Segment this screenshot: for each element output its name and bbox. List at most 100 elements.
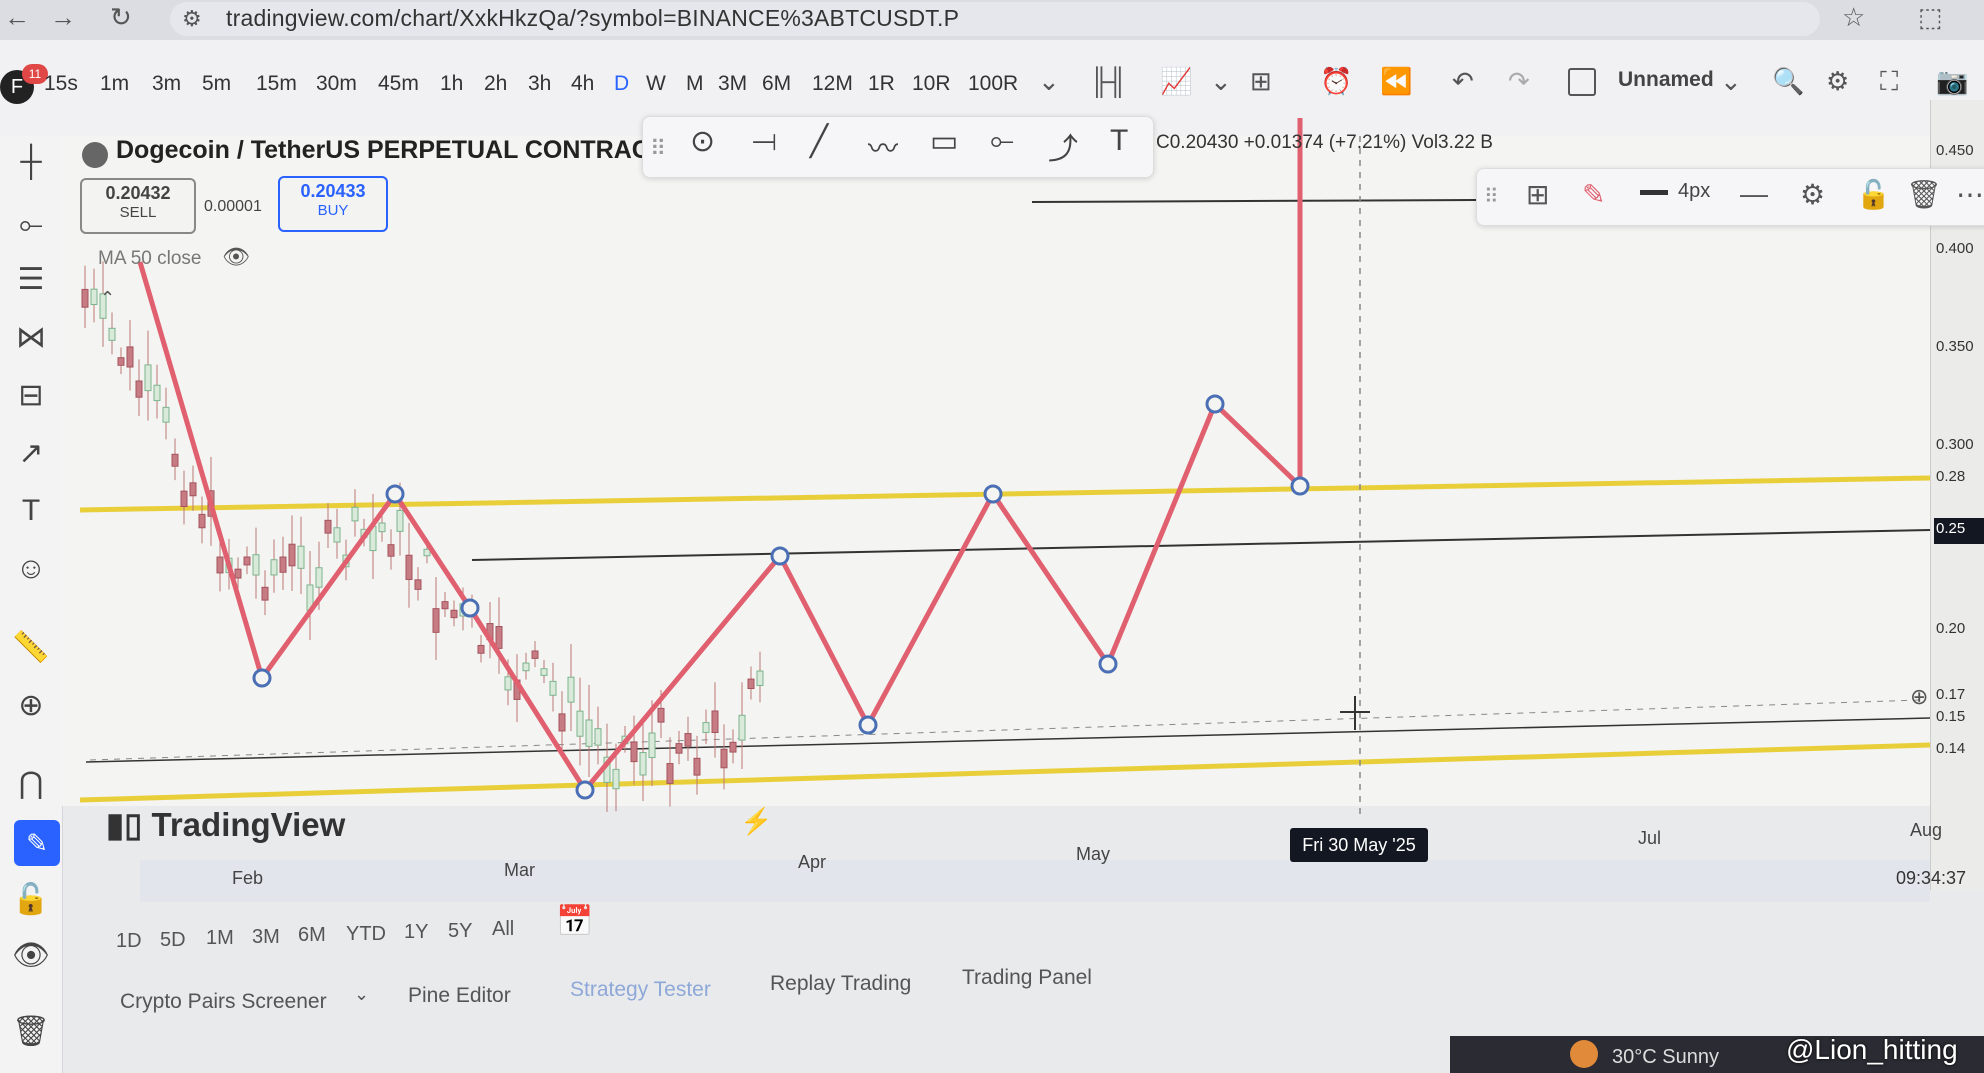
candle-body — [594, 728, 602, 746]
panel-tab-strategy-tester[interactable]: Strategy Tester — [570, 978, 711, 1002]
range-1M[interactable]: 1M — [206, 927, 234, 950]
line-width-label[interactable]: 4px — [1678, 180, 1710, 203]
candle-body — [495, 626, 503, 649]
spread: 0.00001 — [204, 198, 262, 215]
candle-body — [162, 406, 170, 423]
lightning-icon[interactable]: ⚡ — [740, 806, 772, 837]
zigzag-anchor-handle[interactable] — [460, 598, 480, 618]
candle-body — [180, 490, 188, 507]
symbol-title[interactable]: Dogecoin / TetherUS PERPETUAL CONTRACT · — [116, 136, 680, 165]
zigzag-anchor-handle[interactable] — [1290, 476, 1310, 496]
range-1D[interactable]: 1D — [116, 930, 142, 953]
horizontal-line-icon[interactable]: ⟜ — [990, 124, 1014, 158]
range-1Y[interactable]: 1Y — [404, 921, 428, 944]
zigzag-anchor-handle[interactable] — [1205, 394, 1225, 414]
add-alert-plus-icon[interactable]: ⊕ — [1910, 684, 1928, 710]
panel-tab-pine-editor[interactable]: Pine Editor — [408, 984, 511, 1008]
style-drag-handle-icon[interactable]: ⠿ — [1484, 184, 1499, 209]
candle-body — [288, 543, 296, 567]
rectangle-tool-icon[interactable]: ▭ — [930, 124, 958, 159]
neckline[interactable] — [471, 529, 1931, 561]
screener-dropdown-icon[interactable]: ⌄ — [354, 984, 369, 1005]
price-tick: 0.400 — [1936, 240, 1974, 257]
template-grid-icon[interactable]: ⊞ — [1526, 178, 1549, 211]
drag-handle-icon[interactable]: ⠿ — [650, 136, 666, 162]
tradingview-logo: ▮▯ TradingView — [106, 805, 345, 844]
candle-body — [81, 288, 89, 308]
zigzag-handles[interactable] — [252, 394, 1310, 800]
candle-body — [144, 364, 152, 392]
tv-logo-mark: ▮▯ — [106, 806, 152, 843]
candle-body — [630, 741, 638, 763]
range-5Y[interactable]: 5Y — [448, 920, 472, 943]
candle-body — [432, 608, 440, 633]
candle-body — [378, 522, 386, 533]
resistance-line[interactable] — [79, 475, 1931, 513]
panel-tab-trading-panel[interactable]: Trading Panel — [962, 966, 1092, 990]
price-tick: 0.350 — [1936, 338, 1974, 355]
candle-body — [90, 288, 98, 306]
range-YTD[interactable]: YTD — [346, 923, 386, 946]
clock[interactable]: 09:34:37 — [1896, 868, 1966, 889]
candle-body — [387, 544, 395, 557]
hide-indicator-eye-icon[interactable]: 👁 — [222, 244, 250, 270]
candle-body — [243, 556, 251, 566]
ray-icon[interactable]: ⟞ — [752, 124, 777, 158]
zigzag-anchor-handle[interactable] — [252, 668, 272, 688]
dogecoin-logo-icon — [82, 142, 108, 168]
candle-body — [675, 743, 683, 754]
candle-body — [351, 506, 359, 522]
candle-body — [135, 380, 143, 398]
panel-tab-replay-trading[interactable]: Replay Trading — [770, 972, 911, 996]
price-tick: 0.28 — [1936, 468, 1966, 485]
candle-body — [171, 453, 179, 467]
candle-body — [558, 713, 566, 732]
month-label: Jul — [1638, 828, 1662, 848]
range-3M[interactable]: 3M — [252, 926, 280, 949]
delete-icon[interactable]: 🗑 — [1906, 178, 1942, 211]
panel-tab-crypto-pairs-screener[interactable]: Crypto Pairs Screener — [120, 990, 327, 1014]
price-tick: 0.20 — [1936, 620, 1966, 637]
line-tool-icon[interactable]: ╱ — [810, 124, 828, 159]
sell-button[interactable]: 0.20432 SELL — [80, 178, 196, 234]
line-style-dash-icon[interactable]: — — [1740, 178, 1768, 210]
zigzag-anchor-handle[interactable] — [983, 484, 1003, 504]
buy-label: BUY — [317, 202, 349, 219]
more-options-icon[interactable]: ⋯ — [1956, 178, 1984, 211]
range-5D[interactable]: 5D — [160, 929, 186, 952]
price-tick: 0.17 — [1936, 686, 1966, 703]
price-tick: 0.14 — [1936, 740, 1966, 757]
line-width-icon[interactable] — [1640, 190, 1668, 195]
zigzag-anchor-handle[interactable] — [385, 484, 405, 504]
unlock-icon[interactable]: 🔓 — [1856, 178, 1891, 211]
path-tool-icon[interactable]: 〰 — [868, 124, 898, 168]
range-All[interactable]: All — [492, 918, 514, 941]
cursor-circle-icon[interactable]: ⊙ — [690, 124, 715, 159]
candle-body — [567, 676, 575, 703]
horizontal-ray[interactable] — [1031, 199, 1477, 203]
buy-price: 0.20433 — [300, 181, 366, 201]
candle-body — [711, 710, 719, 734]
zigzag-anchor-handle[interactable] — [858, 715, 878, 735]
collapse-chevron-icon[interactable]: ⌃ — [100, 288, 115, 309]
support-line[interactable] — [79, 742, 1931, 803]
zigzag-anchor-handle[interactable] — [770, 546, 790, 566]
weather-sun-icon — [1570, 1040, 1598, 1068]
candle-body — [198, 513, 206, 529]
candle-body — [504, 676, 512, 691]
range-6M[interactable]: 6M — [298, 924, 326, 947]
indicator-legend[interactable]: MA 50 close — [98, 248, 202, 270]
time-axis[interactable] — [140, 860, 1930, 902]
zigzag-pattern[interactable] — [137, 261, 1302, 795]
goto-date-calendar-icon[interactable]: 📅 — [556, 904, 593, 939]
candle-body — [720, 748, 728, 769]
zigzag-anchor-handle[interactable] — [575, 780, 595, 800]
zigzag-anchor-handle[interactable] — [1098, 654, 1118, 674]
settings-icon[interactable]: ⚙ — [1800, 178, 1825, 211]
price-tick: 0.450 — [1936, 142, 1974, 159]
buy-button[interactable]: 0.20433 BUY — [278, 176, 388, 232]
text-icon[interactable]: T — [1110, 124, 1128, 158]
candle-body — [315, 567, 323, 588]
curve-tool-icon[interactable]: ⤴ — [1048, 124, 1078, 168]
line-color-pencil-icon[interactable]: ✎ — [1582, 178, 1605, 211]
